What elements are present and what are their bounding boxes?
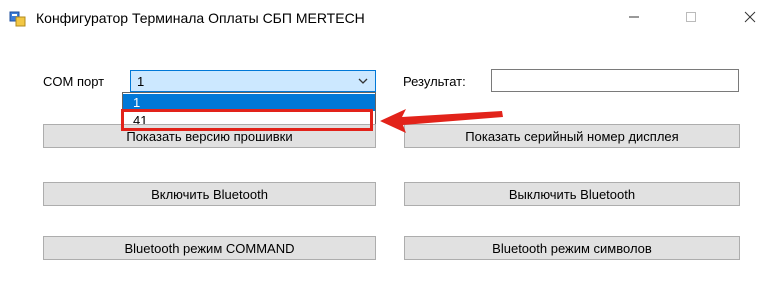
com-port-select[interactable]: 1 [130,70,376,92]
chevron-down-icon[interactable] [357,75,369,87]
com-port-value: 1 [137,74,145,89]
app-window: Конфигуратор Терминала Оплаты СБП MERTEC… [0,0,776,289]
result-field[interactable] [491,69,739,92]
maximize-icon [686,12,696,22]
minimize-button[interactable] [611,0,657,34]
annotation-arrow [380,109,503,133]
app-icon [9,11,26,27]
minimize-icon [629,16,639,18]
close-icon [744,11,756,23]
com-port-label: COM порт [43,74,105,89]
close-button[interactable] [727,0,773,34]
bluetooth-on-button[interactable]: Включить Bluetooth [43,182,376,206]
bluetooth-symbols-button[interactable]: Bluetooth режим символов [404,236,740,260]
result-label: Результат: [403,74,466,89]
window-title: Конфигуратор Терминала Оплаты СБП MERTEC… [36,10,365,26]
annotation-highlight-box [121,109,373,131]
title-bar: Конфигуратор Терминала Оплаты СБП MERTEC… [0,0,776,36]
maximize-button[interactable] [668,0,714,34]
bluetooth-command-button[interactable]: Bluetooth режим COMMAND [43,236,376,260]
bluetooth-off-button[interactable]: Выключить Bluetooth [404,182,740,206]
